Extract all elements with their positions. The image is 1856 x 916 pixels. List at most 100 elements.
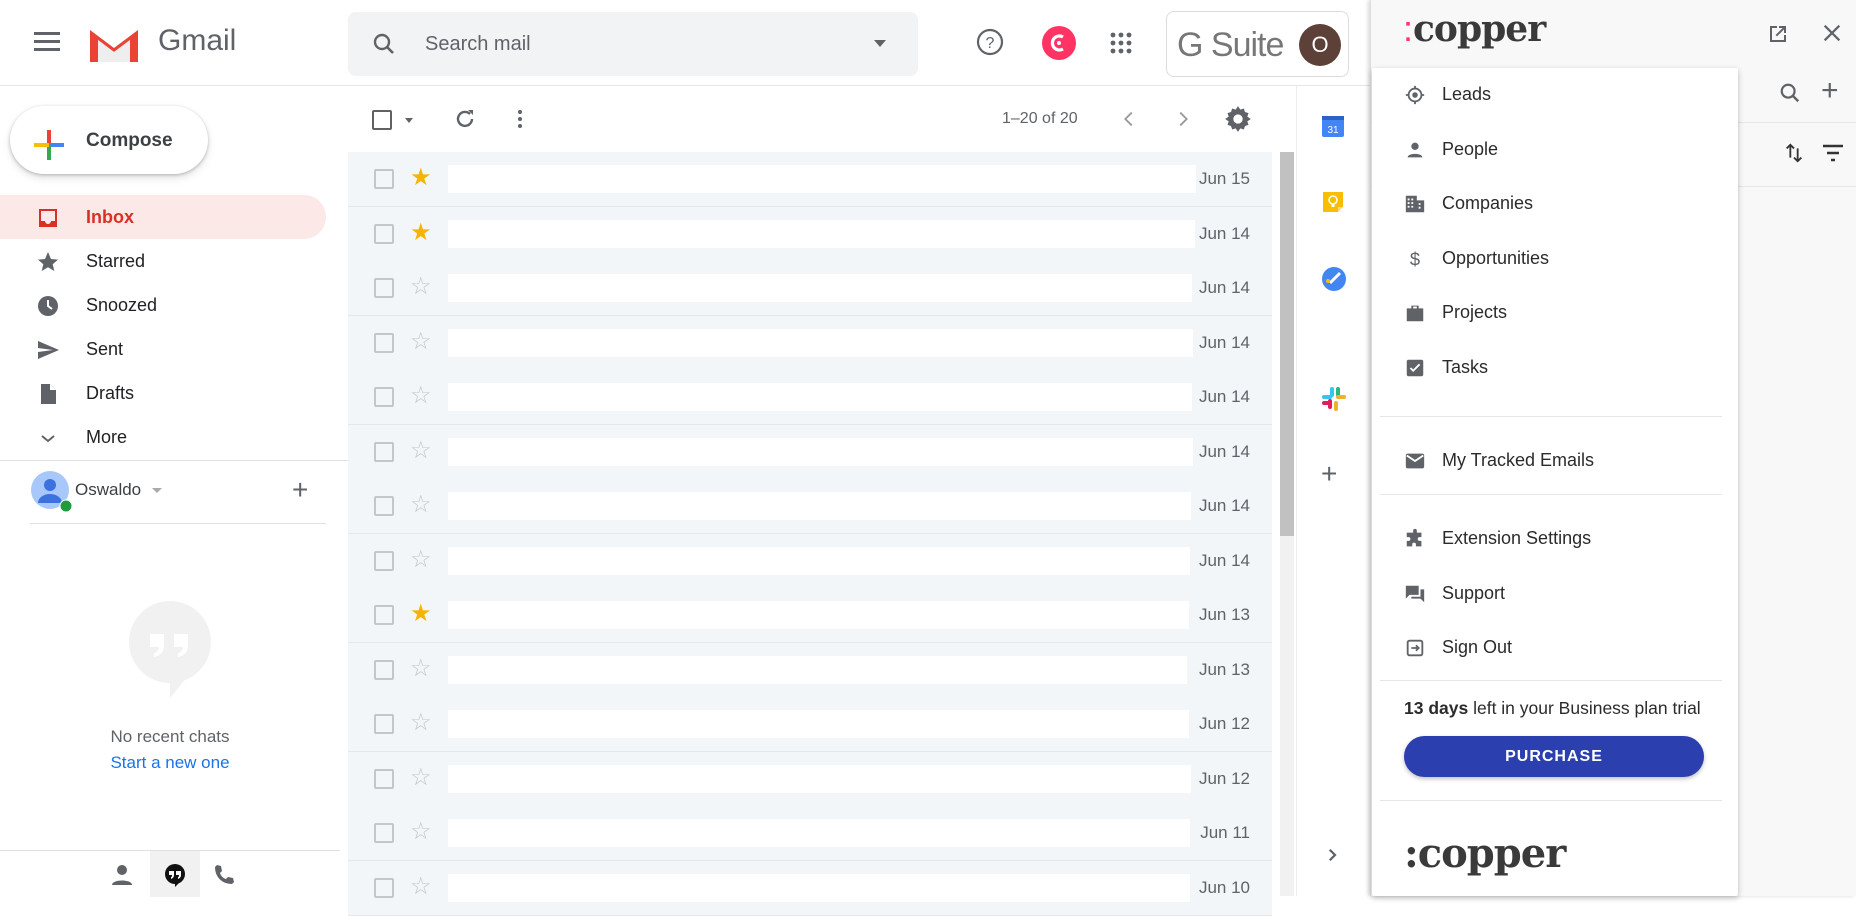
slack-icon[interactable] <box>1321 386 1347 412</box>
star-outline-icon[interactable]: ☆ <box>410 819 432 845</box>
hangouts-tab[interactable] <box>150 851 200 897</box>
email-row[interactable]: ☆ Jun 14 <box>348 424 1272 480</box>
menu-item-tasks[interactable]: Tasks <box>1372 341 1738 395</box>
email-row[interactable]: ☆ Jun 14 <box>348 315 1272 371</box>
email-content-placeholder[interactable] <box>448 219 1195 248</box>
email-checkbox[interactable] <box>374 659 394 680</box>
email-content-placeholder[interactable] <box>448 601 1189 629</box>
email-checkbox[interactable] <box>374 768 394 789</box>
keep-icon[interactable] <box>1321 190 1345 214</box>
get-addons-plus-icon[interactable]: + <box>1321 458 1337 490</box>
email-row[interactable]: ☆ Jun 14 <box>348 533 1272 589</box>
email-row[interactable]: ☆ Jun 12 <box>348 751 1272 807</box>
avatar[interactable]: O <box>1299 24 1341 66</box>
compose-button[interactable]: Compose <box>10 106 208 174</box>
new-chat-plus-icon[interactable]: + <box>292 474 308 506</box>
sidebar-item-sent[interactable]: Sent <box>0 327 326 371</box>
email-content-placeholder[interactable] <box>448 383 1192 411</box>
email-checkbox[interactable] <box>374 877 394 898</box>
close-icon[interactable] <box>1821 22 1843 44</box>
email-checkbox[interactable] <box>374 278 394 298</box>
tasks-icon[interactable] <box>1321 266 1347 292</box>
menu-item-sign-out[interactable]: Sign Out <box>1372 621 1738 675</box>
sort-icon[interactable] <box>1783 142 1805 164</box>
email-checkbox[interactable] <box>374 387 394 407</box>
email-checkbox[interactable] <box>374 714 394 734</box>
email-content-placeholder[interactable] <box>448 764 1191 793</box>
starred-icon[interactable]: ★ <box>410 601 432 627</box>
more-vert-icon[interactable] <box>508 107 532 131</box>
main-menu-button[interactable] <box>34 32 60 52</box>
email-checkbox[interactable] <box>374 441 394 462</box>
older-page-chevron-right-icon[interactable] <box>1172 108 1194 130</box>
email-content-placeholder[interactable] <box>448 274 1192 302</box>
email-checkbox[interactable] <box>374 169 394 189</box>
email-content-placeholder[interactable] <box>448 819 1190 847</box>
email-content-placeholder[interactable] <box>448 710 1189 738</box>
select-all-checkbox[interactable] <box>372 110 392 130</box>
newer-page-chevron-left-icon[interactable] <box>1118 108 1140 130</box>
email-row[interactable]: ☆ Jun 12 <box>348 697 1272 752</box>
phone-icon[interactable] <box>212 863 236 887</box>
sidebar-item-inbox[interactable]: Inbox <box>0 195 326 239</box>
hangouts-user[interactable]: Oswaldo + <box>30 470 330 514</box>
email-checkbox[interactable] <box>374 496 394 516</box>
panel-search-icon[interactable] <box>1779 82 1801 104</box>
menu-item-people[interactable]: People <box>1372 123 1738 177</box>
open-in-new-icon[interactable] <box>1766 22 1790 46</box>
email-row[interactable]: ☆ Jun 14 <box>348 261 1272 316</box>
sidebar-item-snoozed[interactable]: Snoozed <box>0 283 326 327</box>
email-checkbox[interactable] <box>374 550 394 571</box>
email-checkbox[interactable] <box>374 823 394 843</box>
settings-gear-icon[interactable] <box>1224 105 1252 133</box>
email-checkbox[interactable] <box>374 223 394 244</box>
star-outline-icon[interactable]: ☆ <box>410 655 432 682</box>
expand-panel-chevron-icon[interactable] <box>1323 846 1341 864</box>
email-row[interactable]: ★ Jun 15 <box>348 152 1272 207</box>
menu-item-extension-settings[interactable]: Extension Settings <box>1372 512 1738 566</box>
sidebar-item-starred[interactable]: Starred <box>0 239 326 283</box>
email-content-placeholder[interactable] <box>448 492 1191 520</box>
star-outline-icon[interactable]: ☆ <box>410 710 432 736</box>
email-checkbox[interactable] <box>374 332 394 353</box>
refresh-icon[interactable] <box>453 107 477 131</box>
sidebar-item-more[interactable]: More <box>0 415 326 459</box>
menu-item-opportunities[interactable]: $ Opportunities <box>1372 232 1738 286</box>
filter-icon[interactable] <box>1821 142 1845 164</box>
starred-icon[interactable]: ★ <box>410 165 432 191</box>
menu-item-companies[interactable]: Companies <box>1372 177 1738 231</box>
purchase-button[interactable]: PURCHASE <box>1404 736 1704 777</box>
menu-item-my-tracked-emails[interactable]: My Tracked Emails <box>1372 434 1738 488</box>
star-outline-icon[interactable]: ☆ <box>410 274 432 300</box>
panel-add-plus-icon[interactable]: + <box>1821 74 1839 108</box>
sidebar-item-drafts[interactable]: Drafts <box>0 371 326 415</box>
select-dropdown-icon[interactable] <box>405 118 413 123</box>
email-content-placeholder[interactable] <box>448 873 1190 902</box>
list-scrollbar-thumb[interactable] <box>1280 152 1294 536</box>
gmail-logo-icon[interactable] <box>88 24 140 64</box>
search-input[interactable]: Search mail <box>425 33 531 56</box>
email-content-placeholder[interactable] <box>448 546 1190 575</box>
copper-extension-icon[interactable] <box>1042 26 1076 60</box>
star-outline-icon[interactable]: ☆ <box>410 383 432 409</box>
menu-item-leads[interactable]: Leads <box>1372 68 1738 122</box>
email-row[interactable]: ★ Jun 13 <box>348 588 1272 643</box>
search-icon[interactable] <box>372 32 396 56</box>
starred-icon[interactable]: ★ <box>410 219 432 246</box>
star-outline-icon[interactable]: ☆ <box>410 437 432 464</box>
apps-grid-icon[interactable] <box>1108 30 1134 56</box>
account-switcher[interactable]: G Suite O <box>1166 11 1349 77</box>
email-content-placeholder[interactable] <box>448 165 1196 193</box>
email-content-placeholder[interactable] <box>448 437 1193 466</box>
email-row[interactable]: ★ Jun 14 <box>348 206 1272 262</box>
help-icon[interactable]: ? <box>975 27 1005 57</box>
email-content-placeholder[interactable] <box>448 655 1187 684</box>
search-options-dropdown-icon[interactable] <box>874 40 886 47</box>
email-content-placeholder[interactable] <box>448 328 1193 357</box>
search-bar[interactable]: Search mail <box>348 12 918 76</box>
start-new-chat-link[interactable]: Start a new one <box>0 753 340 773</box>
star-outline-icon[interactable]: ☆ <box>410 492 432 518</box>
star-outline-icon[interactable]: ☆ <box>410 328 432 355</box>
email-row[interactable]: ☆ Jun 14 <box>348 479 1272 534</box>
email-row[interactable]: ☆ Jun 11 <box>348 806 1272 861</box>
